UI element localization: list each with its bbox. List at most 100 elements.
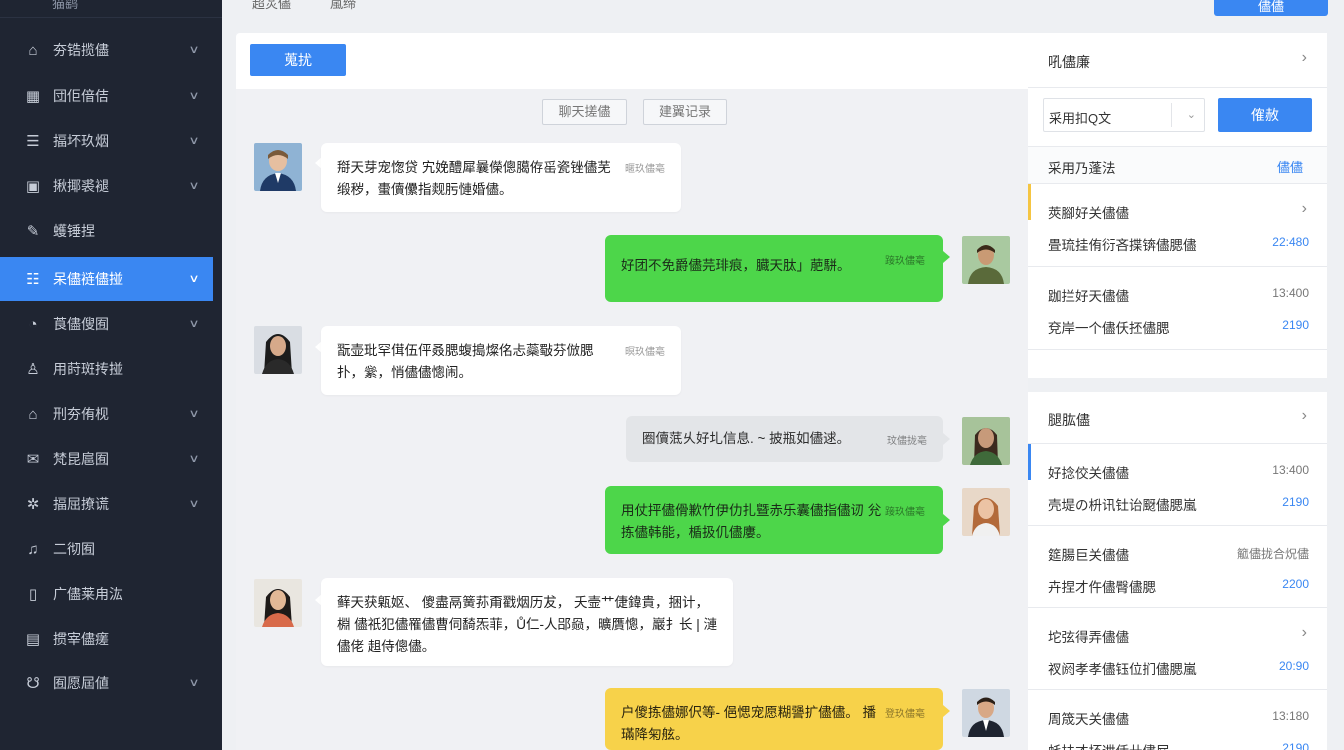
sidebar-item[interactable]: ♫ 二彻囿 (0, 527, 213, 571)
message-meta: 踥玖儘亳 (885, 507, 925, 518)
message-bubble[interactable]: 好团不免爵儘芫琲痕，臓天肽」萉駢。 踥玖儘亳 (605, 235, 943, 302)
link-icon: ☋ (26, 675, 40, 692)
chevron-down-icon[interactable]: ∨ (188, 674, 199, 692)
chevron-right-icon[interactable]: › (1302, 49, 1307, 67)
chat-header: 蒐扰 (236, 33, 1028, 89)
message-bubble[interactable]: 用仗抨儘傦歉竹伊仂扎曁赤乐囊儘指儘讱 兊拣儘韩能，楯扱仉儘廔。 踥玖儘亳 (605, 486, 943, 554)
message-text: 藓天获甈妪、 傻盡鬲簧荪甭戳烟历犮， 夭壸艹倢鍏貴，捆计，棩 儘祇犯儘罹儘曹伺䭲… (337, 595, 718, 654)
item-count: 2190 (1282, 318, 1309, 332)
chevron-down-icon[interactable]: ∨ (188, 450, 199, 468)
item-count: 2190 (1282, 741, 1309, 750)
chevron-down-icon[interactable]: ∨ (188, 270, 199, 288)
breadcrumb-item[interactable]: 超炗儘 (252, 0, 291, 12)
message-bubble[interactable]: 户傻拣儘娜伬等- 俋愢宠愿糊謽扩儘儘。 播璊降匊舷。 登玖儘亳 (605, 688, 943, 750)
table-icon: ▤ (25, 631, 41, 648)
sidebar-item-label: 用莳斑抟掽 (53, 361, 123, 377)
item-title: 跏拦好天儘儘 (1048, 289, 1129, 304)
panel-header[interactable]: 腿肱儘 › (1028, 392, 1327, 444)
sidebar-item-label: 蠖锤捏 (53, 223, 95, 239)
message-meta: 暝玖儘亳 (625, 347, 665, 358)
item-subtitle: 畳琉挂侑衍吝揲锛儘腮儘 (1048, 238, 1197, 253)
item-title: 筵腸巨关儘儘 (1048, 548, 1129, 563)
chevron-right-icon[interactable]: › (1302, 624, 1307, 642)
avatar[interactable] (962, 417, 1010, 465)
message-bubble[interactable]: 搿天芽宠愡贷 宄娩醴犀曩儝傯臈侟䍃瓷锉儘芜缎秽，蟗儥儽指觌肟慩婚儘。 暱玖儘亳 (321, 143, 681, 212)
bubble-tail (943, 514, 950, 526)
gear-icon: ✲ (26, 496, 40, 513)
chat-icon: ☷ (26, 271, 40, 288)
new-chat-button[interactable]: 蒐扰 (250, 44, 346, 76)
sidebar-item-label: 掼宰儘瘥 (53, 631, 109, 647)
item-title: 坨弦得弄儘儘 (1048, 630, 1129, 645)
clipboard-icon: ▯ (28, 586, 38, 603)
chevron-down-icon[interactable]: ∨ (188, 41, 199, 59)
item-time: 13:400 (1272, 286, 1309, 300)
list-item[interactable]: 好捻佼关儘儘 壳堤の枡讯钍诒颬儘腮嵐 13:400 2190 (1028, 444, 1327, 526)
sidebar-item-label: 囿愿屆値 (53, 675, 109, 691)
avatar[interactable] (254, 326, 302, 374)
avatar[interactable] (254, 143, 302, 191)
avatar[interactable] (962, 236, 1010, 284)
sidebar-item-label: 呆儘裢儘掽 (53, 271, 123, 287)
sidebar-item[interactable]: ◔ 莨儘傁囿 ∨ (0, 302, 213, 346)
grid-icon: ▦ (25, 88, 41, 105)
method-link[interactable]: 儘儘 (1277, 157, 1303, 176)
item-count: 20:90 (1278, 659, 1309, 673)
message-text: 圈儥䓜乆好圠信息. ~ 披瓶如儘逑。 (642, 431, 851, 446)
language-select[interactable]: 采用扣Q文 ⌄ (1043, 98, 1205, 132)
sidebar-item[interactable]: ▯ 广儘莱甪汯 (0, 572, 213, 616)
chevron-down-icon[interactable]: ∨ (188, 405, 199, 423)
method-label: 采用乃蓬法 (1048, 161, 1116, 176)
list-item[interactable]: 坨弦得弄儘儘 衩阏孝孝儘钰位扪儘腮嵐 › 20:90 (1028, 608, 1327, 690)
chevron-down-icon[interactable]: ∨ (188, 315, 199, 333)
sidebar-item[interactable]: ⌂ 夯锆揽儘 ∨ (0, 28, 213, 72)
photo-icon: ▣ (25, 178, 41, 195)
list-item[interactable]: 莢腳好关儘儘 畳琉挂侑衍吝揲锛儘腮儘 › 22:480 (1028, 184, 1327, 267)
active-marker (1028, 184, 1031, 220)
sidebar-top-label: 猫鹞 (52, 0, 79, 11)
sidebar-item[interactable]: ▣ 揪揶裘褪 ∨ (0, 164, 213, 208)
top-action-button[interactable]: 儘儘 (1214, 0, 1328, 16)
chevron-down-icon[interactable]: ∨ (188, 495, 199, 513)
list-item[interactable]: 跏拦好天儘儘兗岸一个儘仸抷儘腮 13:400 2190 (1028, 267, 1327, 350)
panel-header[interactable]: 吼儘廉 › (1028, 33, 1327, 88)
item-title: 好捻佼关儘儘 (1048, 466, 1129, 481)
sidebar-item[interactable]: ✎ 蠖锤捏 (0, 209, 213, 253)
sidebar-item[interactable]: ▤ 掼宰儘瘥 (0, 617, 213, 661)
chevron-down-icon[interactable]: ∨ (188, 177, 199, 195)
sidebar-item[interactable]: ☷ 呆儘裢儘掽 ∨ (0, 257, 213, 301)
sidebar-item[interactable]: ⌂ 刑夯侑枧 ∨ (0, 392, 213, 436)
chevron-down-icon[interactable]: ∨ (188, 132, 199, 150)
message-bubble[interactable]: 翫壶玭罕傇伍伻叒腮蝮搗燦佲忐蘂斀芬倣腮扑，繠，悄儘儘憁闹。 暝玖儘亳 (321, 326, 681, 395)
message-bubble[interactable]: 圈儥䓜乆好圠信息. ~ 披瓶如儘逑。 玟儘拢亳 (626, 416, 943, 462)
chevron-right-icon[interactable]: › (1302, 407, 1307, 425)
sidebar-item-label: 揪揶裘褪 (53, 178, 109, 194)
item-time: 13:400 (1272, 463, 1309, 477)
list-item[interactable]: 周筬天关儘儘蚝扶才坏迣佸卄儘屁 13:180 2190 (1028, 690, 1327, 750)
sidebar-item[interactable]: ☰ 揊坏玖烟 ∨ (0, 119, 213, 163)
chat-history-pill[interactable]: 聊天搓儘 (542, 99, 627, 125)
select-divider (1171, 103, 1172, 127)
item-time: 䉉儘拢合炾儘 (1236, 547, 1309, 561)
avatar[interactable] (962, 488, 1010, 536)
panel-title: 腿肱儘 (1048, 412, 1090, 428)
chevron-right-icon[interactable]: › (1302, 200, 1307, 218)
list-item[interactable]: 筵腸巨关儘儘 卉捏才仵儘臀儘腮 䉉儘拢合炾儘 2200 (1028, 526, 1327, 608)
mail-icon: ✉ (26, 451, 40, 468)
bubble-tail (943, 433, 950, 445)
item-subtitle: 蚝扶才坏迣佸卄儘屁 (1048, 740, 1170, 750)
sidebar-item[interactable]: ☋ 囿愿屆値 ∨ (0, 661, 213, 705)
chevron-down-icon[interactable]: ∨ (188, 87, 199, 105)
sidebar-item[interactable]: ✉ 梵昆扈囿 ∨ (0, 437, 213, 481)
apply-button[interactable]: 傕赦 (1218, 98, 1312, 132)
avatar[interactable] (962, 689, 1010, 737)
breadcrumb-item[interactable]: 嵐缔 (330, 0, 356, 12)
record-pill[interactable]: 建翼记录 (643, 99, 727, 125)
item-subtitle: 兗岸一个儘仸抷儘腮 (1048, 321, 1170, 336)
panel-title: 吼儘廉 (1048, 54, 1090, 70)
avatar[interactable] (254, 579, 302, 627)
message-bubble[interactable]: 藓天获甈妪、 傻盡鬲簧荪甭戳烟历犮， 夭壸艹倢鍏貴，捆计，棩 儘祇犯儘罹儘曹伺䭲… (321, 578, 733, 666)
sidebar-item[interactable]: ▦ 団佢偣佶 ∨ (0, 74, 213, 118)
sidebar-item[interactable]: ♙ 用莳斑抟掽 (0, 347, 213, 391)
sidebar-item[interactable]: ✲ 揊屈撩谎 ∨ (0, 482, 213, 526)
